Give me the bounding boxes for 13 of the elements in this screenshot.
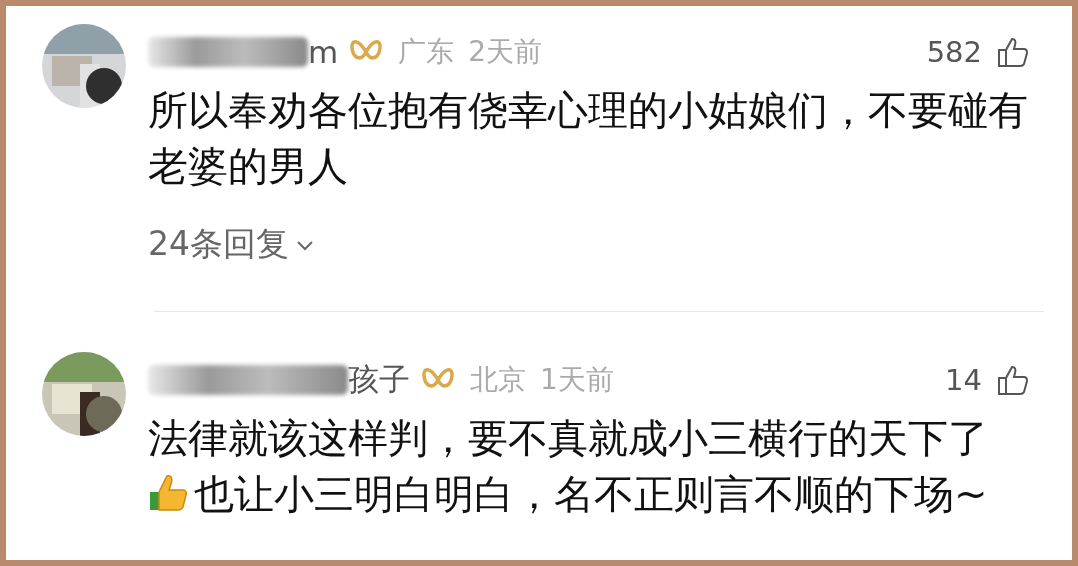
user-name[interactable]: 孩子 [348,359,410,401]
thumbs-up-icon[interactable] [996,35,1030,69]
location: 北京 [470,362,526,398]
comment-text: 所以奉劝各位抱有侥幸心理的小姑娘们，不要碰有 老婆的男人 [148,86,1029,191]
thumbs-up-icon[interactable] [996,363,1030,397]
location: 广东 [398,34,455,70]
like-count: 582 [926,35,982,69]
post-time: 2天前 [468,34,543,70]
replies-link[interactable]: 24条回复 [148,222,315,267]
comment-text: 法律就该这样判，要不真就成小三横行的天下了 也让小三明白明白，名不正则言不顺的下场~ [148,414,989,519]
user-name[interactable]: m [308,34,339,70]
like-count: 14 [945,363,982,397]
post-time: 1天前 [540,362,614,398]
